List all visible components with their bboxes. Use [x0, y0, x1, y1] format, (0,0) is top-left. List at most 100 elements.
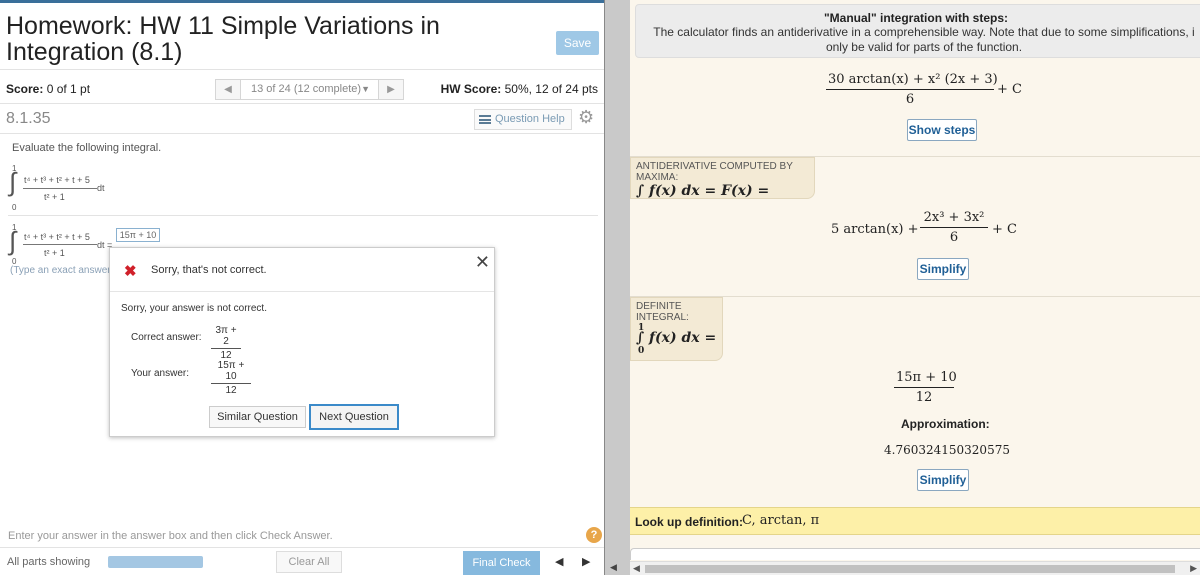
help-icon[interactable]: ?: [586, 527, 602, 543]
manual-result-fraction: 30 arctan(x) + x² (2x + 3) 6: [826, 72, 998, 107]
answer-input[interactable]: 15π + 10: [116, 228, 160, 242]
your-answer-fraction: 15π + 10 12: [211, 360, 251, 396]
final-check-button[interactable]: Final Check: [463, 551, 540, 575]
parts-progress-bar: [108, 556, 203, 568]
integrand-denominator: t² + 1: [44, 248, 65, 258]
divider-line: [0, 133, 604, 134]
save-button[interactable]: Save: [556, 31, 599, 55]
score-label: Score:: [6, 82, 44, 96]
simplify-button[interactable]: Simplify: [917, 469, 969, 491]
hw-score-value: 50%, 12 of 24 pts: [504, 82, 598, 96]
integral-sign: ∫: [9, 226, 17, 256]
question-number: 8.1.35: [6, 110, 51, 127]
scroll-right-icon[interactable]: ▶: [1190, 563, 1197, 574]
differential: dt: [97, 183, 105, 193]
definite-integral-tag-label: DEFINITE INTEGRAL:: [636, 301, 689, 323]
maxima-result-constant: + C: [992, 222, 1017, 237]
approximation-label: Approximation:: [901, 417, 990, 431]
integral-lower-limit: 0: [12, 203, 17, 212]
scrollbar-thumb[interactable]: [645, 565, 1175, 573]
definite-integral-section: DEFINITE INTEGRAL: 1 ∫ f(x) dx = 0: [630, 296, 1200, 361]
question-help-label: Question Help: [495, 113, 565, 125]
maxima-tag-math: ∫ f(x) dx = F(x) =: [636, 183, 770, 199]
maxima-tag-label: ANTIDERIVATIVE COMPUTED BY MAXIMA:: [636, 161, 793, 183]
question-help-button[interactable]: Question Help: [474, 109, 572, 130]
fraction-bar: [23, 188, 97, 189]
bottom-next-button[interactable]: ▶: [582, 555, 590, 568]
hw-score-label: HW Score:: [440, 82, 502, 96]
divider-line: [8, 215, 598, 216]
window-divider[interactable]: [604, 0, 630, 575]
question-position: 13 of 24 (12 complete): [251, 83, 362, 95]
enter-answer-hint: Enter your answer in the answer box and …: [8, 530, 333, 542]
lookup-definition-label: Look up definition:: [635, 515, 743, 529]
hw-score-display: HW Score: 50%, 12 of 24 pts: [441, 82, 598, 96]
definite-result-denominator: 12: [915, 390, 933, 405]
your-answer-denominator: 12: [225, 385, 237, 396]
manual-integration-description: The calculator finds an antiderivative i…: [653, 25, 1195, 54]
question-instruction: Evaluate the following integral.: [12, 142, 162, 154]
integral-sign: ∫: [9, 167, 17, 197]
calculator-pane: "Manual" integration with steps: The cal…: [630, 0, 1200, 575]
next-question-button[interactable]: Next Question: [309, 404, 399, 430]
manual-integration-title: "Manual" integration with steps:: [823, 11, 1009, 25]
approximation-value: 4.760324150320575: [884, 443, 1010, 457]
answer-format-hint: (Type an exact answer: [10, 265, 111, 276]
dialog-header-text: Sorry, that's not correct.: [151, 264, 267, 276]
dialog-message: Sorry, your answer is not correct.: [121, 303, 267, 314]
screen: Homework: HW 11 Simple Variations in Int…: [0, 0, 1200, 575]
chevron-down-icon: ▼: [361, 84, 370, 94]
fraction-bar: [23, 244, 97, 245]
dialog-header: ✖ Sorry, that's not correct. ✕: [110, 248, 494, 292]
your-answer-numerator: 15π + 10: [217, 360, 245, 382]
definite-result-numerator: 15π + 10: [896, 370, 957, 385]
previous-question-button[interactable]: ◀: [215, 79, 241, 100]
definite-result-fraction: 15π + 10 12: [894, 370, 957, 405]
integrand-denominator: t² + 1: [44, 192, 65, 202]
feedback-dialog: ✖ Sorry, that's not correct. ✕ Sorry, yo…: [109, 247, 495, 437]
manual-result-numerator: 30 arctan(x) + x² (2x + 3): [828, 72, 998, 87]
parts-showing-label: All parts showing: [7, 556, 91, 568]
score-display: Score: 0 of 1 pt: [6, 82, 90, 96]
correct-answer-label: Correct answer:: [131, 332, 202, 343]
divider-line: [0, 103, 604, 104]
similar-question-button[interactable]: Similar Question: [209, 406, 306, 428]
divider-line: [0, 69, 604, 70]
show-steps-button[interactable]: Show steps: [907, 119, 977, 141]
simplify-button[interactable]: Simplify: [917, 258, 969, 280]
close-icon[interactable]: ✕: [475, 252, 490, 273]
error-x-icon: ✖: [124, 263, 137, 280]
score-value: 0 of 1 pt: [46, 82, 91, 96]
scroll-left-arrow[interactable]: ◀: [610, 562, 617, 573]
integrand-numerator: t⁴ + t³ + t² + t + 5: [24, 175, 90, 185]
horizontal-scrollbar[interactable]: ◀ ▶: [630, 561, 1200, 575]
homework-pane: Homework: HW 11 Simple Variations in Int…: [0, 0, 604, 575]
correct-answer-numerator: 3π + 2: [215, 325, 237, 347]
maxima-result-prefix: 5 arctan(x) +: [831, 222, 919, 237]
definite-integral-tag: DEFINITE INTEGRAL: 1 ∫ f(x) dx = 0: [630, 297, 723, 361]
bottom-previous-button[interactable]: ◀: [555, 555, 563, 568]
maxima-result-denominator: 6: [949, 230, 959, 245]
next-section-edge: [630, 548, 1200, 560]
manual-integration-box: "Manual" integration with steps: The cal…: [635, 4, 1200, 58]
correct-answer-fraction: 3π + 2 12: [211, 325, 241, 361]
maxima-result-fraction: 2x³ + 3x² 6: [920, 210, 988, 245]
clear-all-button[interactable]: Clear All: [276, 551, 342, 573]
definite-lower-limit: 0: [638, 346, 645, 356]
manual-result-constant: + C: [997, 82, 1022, 97]
maxima-section: ANTIDERIVATIVE COMPUTED BY MAXIMA: ∫ f(x…: [630, 156, 1200, 199]
list-icon: [479, 115, 491, 124]
maxima-tag: ANTIDERIVATIVE COMPUTED BY MAXIMA: ∫ f(x…: [630, 157, 815, 199]
definite-integral-math: ∫ f(x) dx =: [636, 330, 717, 346]
homework-title: Homework: HW 11 Simple Variations in Int…: [6, 12, 440, 66]
your-answer-label: Your answer:: [131, 368, 189, 379]
integrand-numerator: t⁴ + t³ + t² + t + 5: [24, 232, 90, 242]
divider-line: [0, 547, 604, 548]
scroll-left-icon[interactable]: ◀: [633, 563, 640, 574]
lookup-definition-bar: Look up definition: C, arctan, π: [630, 507, 1200, 535]
gear-icon[interactable]: ⚙: [578, 107, 594, 128]
lookup-definition-terms[interactable]: C, arctan, π: [742, 513, 819, 528]
maxima-result-numerator: 2x³ + 3x²: [923, 210, 985, 225]
question-selector-dropdown[interactable]: 13 of 24 (12 complete) ▼: [241, 79, 378, 100]
next-question-arrow-button[interactable]: ▶: [378, 79, 404, 100]
